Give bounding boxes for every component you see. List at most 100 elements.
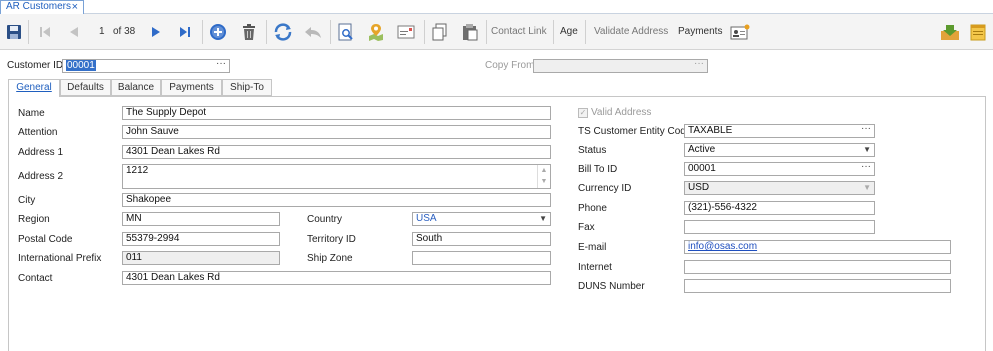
add-record-button[interactable] [207, 17, 229, 47]
lookup-ellipsis-icon[interactable]: ··· [216, 60, 226, 70]
toolbar-separator [424, 20, 425, 44]
tab-ship-to[interactable]: Ship-To [222, 79, 272, 96]
last-icon [180, 27, 190, 37]
territory-id-field[interactable]: South [412, 232, 551, 246]
country-select[interactable]: USA ▼ [412, 212, 551, 226]
lookup-ellipsis-icon[interactable]: ··· [861, 125, 871, 135]
territory-id-label: Territory ID [307, 234, 356, 245]
postal-code-field[interactable]: 55379-2994 [122, 232, 280, 246]
first-icon [40, 27, 50, 37]
document-tabstrip [0, 0, 993, 14]
currency-id-select[interactable]: USD ▼ [684, 181, 875, 195]
contact-label: Contact [18, 273, 53, 284]
toolbar-separator [486, 20, 487, 44]
paste-button[interactable] [459, 17, 481, 47]
last-record-button[interactable] [175, 17, 195, 47]
email-field[interactable]: info@osas.com [684, 240, 951, 254]
contact-card-icon [730, 24, 750, 40]
trash-icon [243, 24, 255, 40]
address-label-icon [397, 25, 415, 39]
record-total: of 38 [113, 26, 136, 37]
print-preview-button[interactable] [335, 17, 357, 47]
postal-code-label: Postal Code [18, 234, 73, 245]
validate-address-button[interactable]: Validate Address [594, 17, 668, 47]
attention-field[interactable]: John Sauve [122, 125, 551, 139]
lookup-ellipsis-icon[interactable]: ··· [861, 163, 871, 173]
toolbar-separator [330, 20, 331, 44]
clipboard-icon [463, 24, 478, 41]
name-field[interactable]: The Supply Depot [122, 106, 551, 120]
chevron-down-icon[interactable]: ▼ [539, 213, 547, 225]
entity-code-field[interactable]: TAXABLE ··· [684, 124, 875, 138]
chevron-down-icon[interactable]: ▼ [863, 182, 871, 194]
undo-icon [305, 27, 321, 38]
document-search-icon [338, 23, 353, 41]
customer-id-value: 00001 [66, 60, 96, 71]
toolbar-separator [585, 20, 586, 44]
internet-label: Internet [578, 262, 612, 273]
customer-id-field[interactable]: 00001 ··· [62, 59, 230, 73]
copy-button[interactable] [429, 17, 451, 47]
valid-address-label: Valid Address [591, 107, 652, 118]
bill-to-id-field[interactable]: 00001 ··· [684, 162, 875, 176]
international-prefix-label: International Prefix [18, 253, 102, 264]
document-tab-title: AR Customers [6, 1, 72, 12]
tab-payments[interactable]: Payments [161, 79, 222, 96]
previous-record-button[interactable] [64, 17, 84, 47]
ship-zone-field[interactable] [412, 251, 551, 265]
scrollbar[interactable]: ▲ ▼ [537, 165, 550, 188]
label-button[interactable] [395, 17, 417, 47]
toolbar-separator [28, 20, 29, 44]
chevron-down-icon[interactable]: ▼ [863, 144, 871, 156]
tab-defaults[interactable]: Defaults [60, 79, 111, 96]
next-record-button[interactable] [146, 17, 166, 47]
region-label: Region [18, 214, 50, 225]
notes-button[interactable] [966, 17, 990, 47]
international-prefix-field[interactable]: 011 [122, 251, 280, 265]
undo-button[interactable] [301, 17, 325, 47]
city-field[interactable]: Shakopee [122, 193, 551, 207]
save-button[interactable] [4, 17, 24, 47]
contact-field[interactable]: 4301 Dean Lakes Rd [122, 271, 551, 285]
refresh-button[interactable] [271, 17, 295, 47]
address2-field[interactable]: 1212 ▲ ▼ [122, 164, 551, 189]
delete-record-button[interactable] [238, 17, 260, 47]
inbox-download-icon [941, 25, 959, 40]
age-button[interactable]: Age [560, 17, 578, 47]
status-label: Status [578, 145, 607, 156]
map-button[interactable] [365, 17, 387, 47]
valid-address-checkbox[interactable]: ✓ [578, 108, 588, 118]
copy-from-field[interactable]: ··· [533, 59, 708, 73]
first-record-button[interactable] [35, 17, 55, 47]
next-icon [152, 27, 160, 37]
close-icon[interactable]: × [72, 1, 78, 13]
copy-from-label: Copy From [485, 60, 535, 71]
duns-number-label: DUNS Number [578, 281, 645, 292]
refresh-icon [274, 23, 292, 41]
status-select[interactable]: Active ▼ [684, 143, 875, 157]
tab-general-overlay: General [8, 79, 60, 97]
entity-code-label: TS Customer Entity Code [578, 126, 692, 137]
toolbar-separator [202, 20, 203, 44]
save-icon [7, 25, 21, 39]
phone-field[interactable]: (321)-556-4322 [684, 201, 875, 215]
email-link[interactable]: info@osas.com [688, 241, 757, 252]
ship-zone-label: Ship Zone [307, 253, 353, 264]
address1-field[interactable]: 4301 Dean Lakes Rd [122, 145, 551, 159]
internet-field[interactable] [684, 260, 951, 274]
country-label: Country [307, 214, 343, 225]
fax-field[interactable] [684, 220, 875, 234]
lookup-ellipsis-icon[interactable]: ··· [694, 60, 704, 70]
region-field[interactable]: MN [122, 212, 280, 226]
copy-icon [432, 23, 447, 41]
contact-card-button[interactable] [728, 17, 752, 47]
tab-balance[interactable]: Balance [111, 79, 161, 96]
inbox-download-button[interactable] [938, 17, 962, 47]
record-position[interactable]: 1 [99, 17, 105, 47]
document-tab-ar-customers[interactable]: AR Customers × [0, 0, 84, 14]
duns-number-field[interactable] [684, 279, 951, 293]
payments-button[interactable]: Payments [678, 17, 722, 47]
contact-link-button[interactable]: Contact Link [491, 17, 547, 47]
previous-icon [70, 27, 78, 37]
notes-icon [970, 24, 986, 41]
